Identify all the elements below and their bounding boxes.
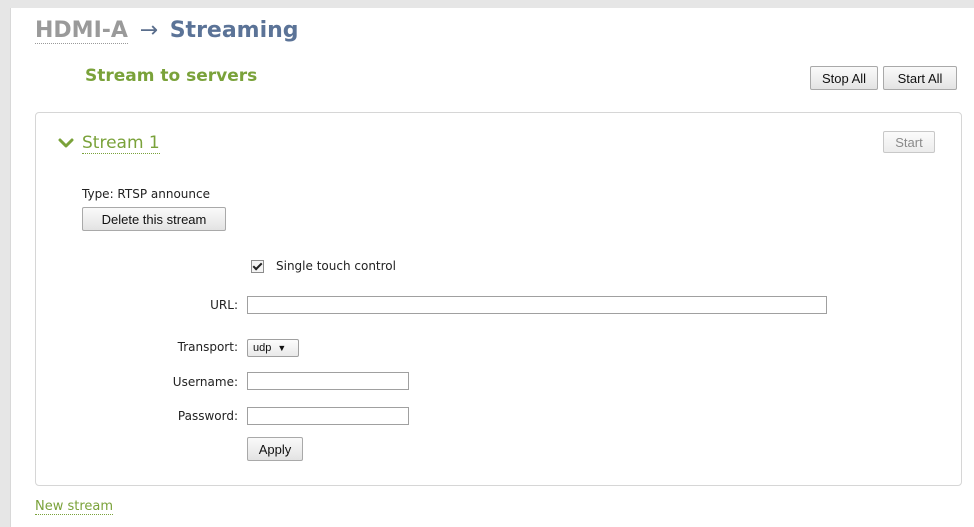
single-touch-label: Single touch control (276, 259, 396, 273)
delete-stream-button[interactable]: Delete this stream (82, 207, 226, 231)
single-touch-control-row: Single touch control (251, 259, 396, 273)
breadcrumb-parent-link[interactable]: HDMI-A (35, 18, 128, 44)
stream-header-toggle[interactable]: Stream 1 (58, 131, 160, 155)
transport-selected-value: udp (253, 342, 272, 354)
page-content: HDMI-A → Streaming Stream to servers Sto… (10, 8, 974, 527)
password-label: Password: (177, 409, 238, 423)
section-title: Stream to servers (85, 66, 258, 86)
stream-panel: Stream 1 Start Type: RTSP announce Delet… (35, 112, 962, 486)
transport-label: Transport: (177, 340, 238, 354)
breadcrumb-arrow-icon: → (139, 18, 159, 43)
stream-type-label: Type: RTSP announce (82, 187, 210, 201)
start-all-button[interactable]: Start All (883, 66, 957, 90)
new-stream-link[interactable]: New stream (35, 499, 114, 515)
chevron-down-icon[interactable] (58, 135, 74, 151)
username-label: Username: (172, 375, 238, 389)
url-label: URL: (210, 298, 238, 312)
caret-down-icon: ▼ (277, 343, 287, 353)
url-input[interactable] (247, 296, 827, 314)
start-stream-button[interactable]: Start (883, 131, 935, 153)
page-title: Streaming (169, 18, 299, 43)
username-input[interactable] (247, 372, 409, 390)
transport-select[interactable]: udp ▼ (247, 339, 299, 357)
stream-name-link[interactable]: Stream 1 (82, 133, 160, 154)
password-input[interactable] (247, 407, 409, 425)
stop-all-button[interactable]: Stop All (810, 66, 878, 90)
single-touch-checkbox[interactable] (251, 259, 264, 273)
breadcrumb: HDMI-A → Streaming (35, 18, 299, 44)
apply-button[interactable]: Apply (247, 437, 303, 461)
